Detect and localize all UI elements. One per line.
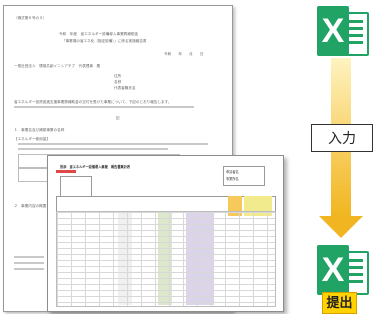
doc-date: 令和 年 月 日 [164, 52, 204, 56]
data-grid [56, 211, 276, 307]
doc-title-1: 令和 年度 省エネルギー設備導入事業費補助金 [59, 32, 139, 36]
excel-icon-top: X [317, 6, 369, 56]
doc-addressee: 一般社団法人 環境共創イニシアチブ 代表理事 殿 [14, 64, 101, 68]
flow-arrow-head [319, 216, 363, 238]
field-name: 名称 [114, 80, 122, 84]
sheet-title: 別添 省エネルギー設備導入事業 報告書集計表 [60, 165, 131, 169]
excel-letter: X [317, 245, 349, 295]
item-3: ２ 事業内容の概要 [14, 204, 47, 208]
excel-letter: X [317, 6, 349, 56]
header-box: 申請者名 事業所名 [223, 166, 265, 186]
text-line [14, 262, 44, 264]
excel-icon-bottom: X [317, 245, 369, 295]
field-address: 住所 [114, 74, 122, 78]
spreadsheet-document: 別添 省エネルギー設備導入事業 報告書集計表 申請者名 事業所名 [47, 155, 284, 312]
cell-applicant: 申請者名 [226, 170, 239, 174]
doc-body: 省エネルギー投資促進支援事業費補助金の交付を受けた事業について、下記のとおり報告… [14, 100, 172, 104]
item-2: 【エネルギー使用量】 [14, 137, 50, 141]
input-label: 入力 [311, 124, 373, 152]
item-1: １ 事業名及び補助事業の名称 [14, 128, 65, 132]
red-marker [56, 170, 76, 173]
cell-site: 事業所名 [226, 177, 239, 181]
submit-label: 提出 [322, 292, 357, 314]
center-mark: 記 [116, 116, 120, 120]
field-rep: 代表者職氏名 [114, 86, 136, 90]
table-header [56, 196, 276, 212]
text-line [14, 106, 194, 108]
text-line [14, 268, 44, 270]
text-line [18, 143, 208, 145]
form-number: （様式第６号の４） [14, 16, 47, 20]
doc-title-2: 「事業場の省エネ化（指定設備）」に係る実施報告書 [62, 39, 147, 43]
text-line [14, 256, 44, 258]
text-line [18, 148, 168, 150]
